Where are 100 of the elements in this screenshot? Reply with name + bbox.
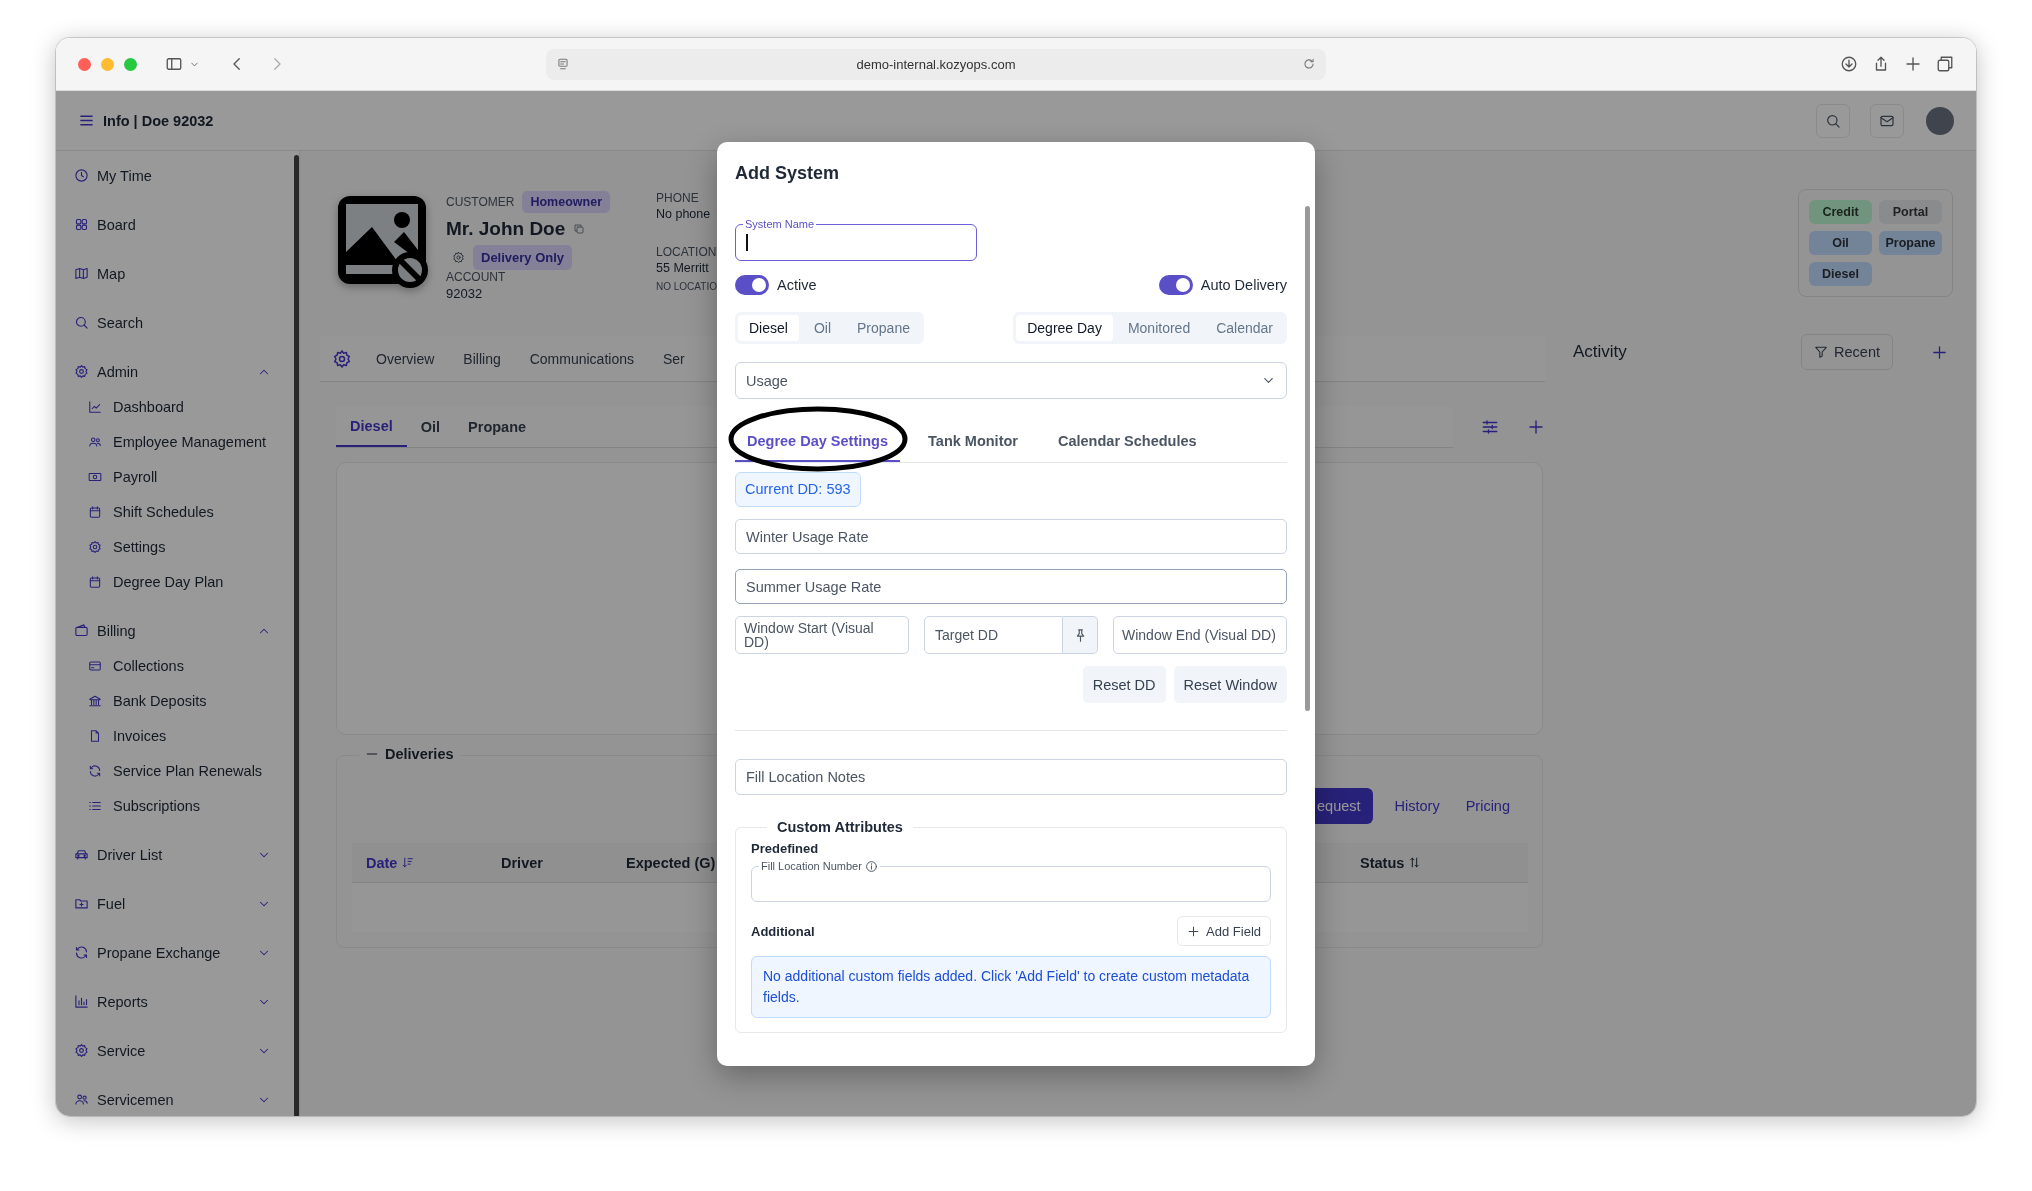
- new-tab-icon[interactable]: [1904, 55, 1922, 73]
- sidebar-item[interactable]: Admin: [97, 363, 139, 380]
- sidebar-subitem[interactable]: Collections: [113, 657, 184, 674]
- sidebar-subitem[interactable]: Payroll: [113, 468, 158, 485]
- download-icon[interactable]: [1840, 55, 1858, 73]
- sidebar-item[interactable]: Driver List: [97, 846, 163, 863]
- maximize-window-button[interactable]: [124, 57, 137, 71]
- site-settings-icon[interactable]: [556, 57, 570, 71]
- usage-dropdown[interactable]: Usage: [735, 362, 1287, 399]
- sidebar-item[interactable]: My Time: [97, 167, 152, 184]
- reload-icon[interactable]: [1302, 57, 1316, 71]
- sidebar-item[interactable]: Map: [97, 265, 126, 282]
- calendar-icon: [88, 504, 102, 519]
- sidebar-subitem[interactable]: Degree Day Plan: [113, 573, 224, 590]
- people-icon: [88, 434, 102, 449]
- add-field-button[interactable]: Add Field: [1177, 916, 1271, 946]
- account-number: 92032: [446, 286, 484, 301]
- people-icon: [74, 1092, 89, 1107]
- reset-button[interactable]: Reset DD: [1082, 666, 1166, 703]
- sidebar-subitem[interactable]: Service Plan Renewals: [113, 762, 263, 779]
- add-icon[interactable]: [1527, 418, 1545, 436]
- column-header[interactable]: Date: [366, 854, 398, 871]
- tab[interactable]: Propane: [454, 407, 541, 446]
- segment-option[interactable]: Monitored: [1116, 315, 1202, 341]
- sidebar-subitem[interactable]: Shift Schedules: [113, 503, 214, 520]
- column-header[interactable]: Status: [1360, 854, 1405, 871]
- sort-descending-icon[interactable]: [401, 856, 415, 869]
- line-chart-icon: [88, 399, 102, 414]
- tab[interactable]: Ser: [663, 350, 685, 367]
- sidebar-subitem[interactable]: Invoices: [113, 727, 167, 744]
- tag: Diesel: [1809, 262, 1872, 286]
- column-header[interactable]: Driver: [501, 854, 543, 871]
- text-cursor: [746, 234, 748, 251]
- settings-icon[interactable]: [332, 348, 352, 369]
- summer-usage-rate-field[interactable]: Summer Usage Rate: [735, 569, 1287, 604]
- customer-type-badge: Homeowner: [522, 191, 610, 213]
- sidebar-subitem[interactable]: Employee Management: [113, 433, 267, 450]
- add-icon[interactable]: [1931, 343, 1948, 361]
- wallet-icon: [74, 623, 89, 638]
- sidebar-subitem[interactable]: Settings: [113, 538, 166, 555]
- toggle-switch[interactable]: [735, 275, 769, 295]
- sort-icon[interactable]: [1408, 856, 1422, 869]
- tab[interactable]: Overview: [376, 350, 435, 367]
- reset-button[interactable]: Reset Window: [1173, 666, 1287, 703]
- sidebar-item[interactable]: Fuel: [97, 895, 126, 912]
- sidebar-toggle-icon[interactable]: [165, 55, 183, 73]
- tag: Propane: [1879, 231, 1942, 255]
- section-title: Deliveries: [385, 746, 454, 762]
- tab[interactable]: Tank Monitor: [916, 423, 1030, 462]
- toggle-switch[interactable]: [1158, 275, 1193, 295]
- segment-option[interactable]: Oil: [802, 315, 843, 341]
- sidebar-item[interactable]: Billing: [97, 622, 136, 639]
- tag: Credit: [1809, 200, 1872, 224]
- sidebar-item[interactable]: Board: [97, 216, 136, 233]
- sidebar-item[interactable]: Propane Exchange: [97, 944, 221, 961]
- page-title: Info | Doe 92032: [103, 112, 214, 129]
- tab[interactable]: Diesel: [336, 406, 407, 447]
- column-header[interactable]: Expected (G): [626, 854, 716, 871]
- segment-option[interactable]: Diesel: [738, 315, 799, 341]
- sidebar-subitem[interactable]: Dashboard: [113, 398, 184, 415]
- sidebar-item[interactable]: Reports: [97, 993, 148, 1010]
- sidebar-item[interactable]: Servicemen: [97, 1091, 174, 1108]
- filter-sliders-icon[interactable]: [1481, 418, 1499, 436]
- winter-usage-rate-field[interactable]: Winter Usage Rate: [735, 519, 1287, 554]
- section-title: Custom Attributes: [776, 819, 904, 835]
- tabs-overview-icon[interactable]: [1936, 55, 1954, 73]
- scrollbar-thumb[interactable]: [294, 155, 299, 1116]
- location-value: 55 Merritt: [656, 261, 710, 275]
- scrollbar-thumb[interactable]: [1305, 206, 1310, 711]
- link-button[interactable]: History: [1390, 798, 1444, 814]
- tab[interactable]: Oil: [406, 407, 455, 446]
- pin-button[interactable]: [1063, 616, 1098, 654]
- segment-option[interactable]: Degree Day: [1016, 315, 1113, 341]
- folder-icon: [74, 896, 89, 911]
- segment-option[interactable]: Calendar: [1205, 315, 1284, 341]
- sidebar-item[interactable]: Search: [97, 314, 143, 331]
- user-avatar[interactable]: [1926, 106, 1954, 135]
- refresh-icon: [74, 945, 89, 960]
- sidebar-subitem[interactable]: Bank Deposits: [113, 692, 207, 709]
- filter-button[interactable]: Recent: [1801, 334, 1893, 370]
- tab[interactable]: Communications: [529, 350, 634, 367]
- sidebar-item[interactable]: Service: [97, 1042, 146, 1059]
- info-icon[interactable]: [864, 859, 878, 873]
- copy-icon[interactable]: [573, 223, 586, 235]
- segment-option[interactable]: Propane: [846, 315, 921, 341]
- tab[interactable]: Billing: [463, 350, 501, 367]
- tab[interactable]: Calendar Schedules: [1046, 423, 1209, 462]
- fill-location-notes-field[interactable]: Fill Location Notes: [735, 759, 1287, 795]
- search-button[interactable]: [1816, 103, 1850, 138]
- map-icon: [74, 266, 89, 281]
- mail-button[interactable]: [1870, 103, 1904, 138]
- close-window-button[interactable]: [78, 57, 91, 71]
- settings-icon[interactable]: [452, 251, 465, 264]
- sidebar-subitem[interactable]: Subscriptions: [113, 797, 201, 814]
- window-end-field[interactable]: Window End (Visual DD): [1113, 616, 1287, 654]
- window-start-field[interactable]: Window Start (Visual DD): [735, 616, 909, 654]
- address-bar[interactable]: demo-internal.kozyops.com: [546, 48, 1326, 80]
- target-dd-field[interactable]: Target DD: [924, 616, 1063, 654]
- toggle-label: Active: [777, 277, 817, 293]
- link-button[interactable]: Pricing: [1461, 798, 1514, 814]
